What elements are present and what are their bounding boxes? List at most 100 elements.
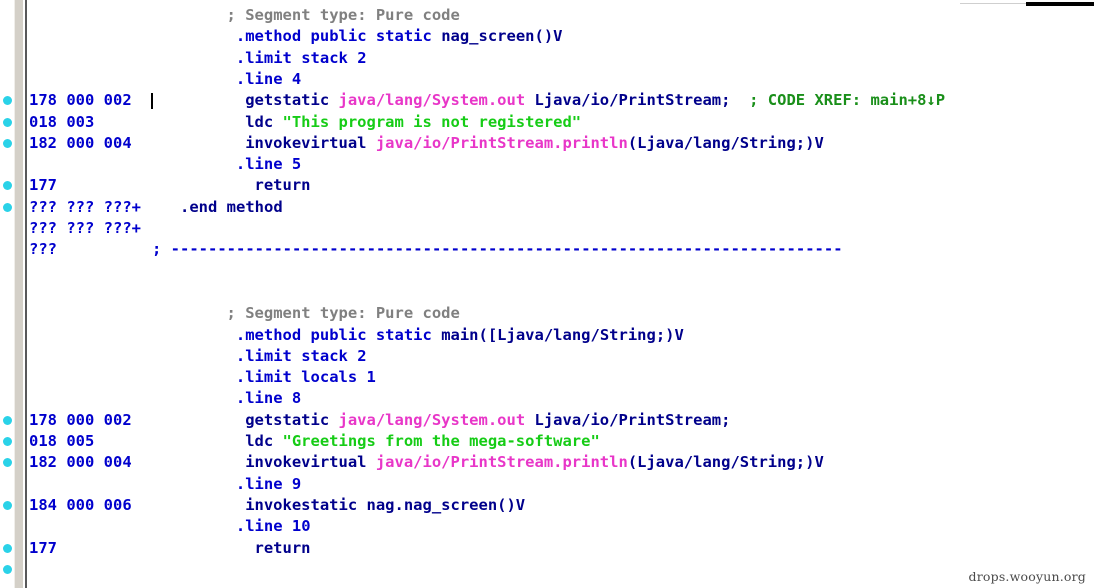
breakpoint-dot-icon[interactable] xyxy=(3,415,12,425)
code-token: "This program is not registered" xyxy=(282,112,582,131)
instruction-text: .line 8 xyxy=(236,388,301,409)
code-line[interactable]: 018 003 ldc "This program is not register… xyxy=(0,112,1094,133)
breakpoint-dot-icon[interactable] xyxy=(3,543,12,553)
instruction-text: .line 10 xyxy=(236,516,311,537)
code-line[interactable]: ??? ; -----------------------------------… xyxy=(0,239,1094,260)
code-line[interactable]: ??? ??? ???+ xyxy=(0,218,1094,239)
code-token: (Ljava/lang/String;)V xyxy=(627,453,824,472)
instruction-text: getstatic java/lang/System.out Ljava/io/… xyxy=(245,90,945,111)
breakpoint-dot-icon[interactable] xyxy=(3,96,12,106)
code-token: ; CODE XREF: main+8↓P xyxy=(730,91,946,110)
code-token: java/lang/System.out xyxy=(338,410,526,429)
code-token: .line 9 xyxy=(235,474,302,493)
instruction-address: 184 000 006 xyxy=(29,495,132,514)
instruction-address: 018 003 xyxy=(29,112,95,131)
code-line[interactable]: .limit stack 2 xyxy=(0,48,1094,69)
code-token: (Ljava/lang/String;)V xyxy=(627,133,824,152)
code-line[interactable]: .line 5 xyxy=(0,154,1094,175)
instruction-address: 178 000 002 xyxy=(29,410,132,429)
code-token: .line 5 xyxy=(235,155,302,174)
instruction-text: ldc "This program is not registered" xyxy=(245,112,581,133)
code-token: invokevirtual xyxy=(245,133,376,152)
code-line[interactable]: 177 return xyxy=(0,538,1094,559)
code-line[interactable]: 177 return xyxy=(0,175,1094,196)
code-line[interactable]: .method public static nag_screen()V xyxy=(0,26,1094,47)
instruction-text: invokevirtual java/io/PrintStream.printl… xyxy=(245,452,824,473)
instruction-text: .method public static nag_screen()V xyxy=(236,26,563,47)
instruction-text: .line 5 xyxy=(236,154,301,175)
instruction-text: .end method xyxy=(180,197,283,218)
code-token: getstatic xyxy=(245,410,339,429)
code-line[interactable] xyxy=(0,261,1094,282)
instruction-text: ldc "Greetings from the mega-software" xyxy=(245,431,600,452)
instruction-text: invokestatic nag.nag_screen()V xyxy=(245,495,525,516)
instruction-text: return xyxy=(255,538,311,559)
code-line[interactable]: 182 000 004 invokevirtual java/io/PrintSt… xyxy=(0,452,1094,473)
code-token: main([Ljava/lang/String;)V xyxy=(441,325,684,344)
text-cursor xyxy=(151,93,153,110)
code-line[interactable]: ??? ??? ???+ .end method xyxy=(0,197,1094,218)
code-line[interactable]: ; Segment type: Pure code xyxy=(0,5,1094,26)
instruction-address: 177 xyxy=(29,538,57,557)
instruction-address: 182 000 004 xyxy=(29,453,132,472)
instruction-address: ??? ??? ???+ xyxy=(29,197,141,216)
code-line[interactable]: 184 000 006 invokestatic nag.nag_screen()… xyxy=(0,495,1094,516)
instruction-address: 177 xyxy=(29,176,57,195)
code-line[interactable]: .line 4 xyxy=(0,69,1094,90)
code-line[interactable]: .line 10 xyxy=(0,516,1094,537)
code-token: ; Segment type: Pure code xyxy=(226,304,460,323)
instruction-text: invokevirtual java/io/PrintStream.printl… xyxy=(245,133,824,154)
code-token: .method public static xyxy=(235,325,442,344)
code-token: java/io/PrintStream.println xyxy=(375,133,628,152)
instruction-text: .limit stack 2 xyxy=(236,48,367,69)
instruction-address: 018 005 xyxy=(29,432,95,450)
disassembly-code-area[interactable]: ; Segment type: Pure code .method public … xyxy=(0,0,1094,588)
instruction-text: .method public static main([Ljava/lang/S… xyxy=(236,325,684,346)
code-line[interactable]: .limit locals 1 xyxy=(0,367,1094,388)
code-token: ; Segment type: Pure code xyxy=(226,6,460,24)
instruction-text: ; Segment type: Pure code xyxy=(227,5,460,26)
code-line[interactable]: 178 000 002 getstatic java/lang/System.ou… xyxy=(0,90,1094,111)
code-token: invokestatic nag.nag_screen()V xyxy=(245,495,526,514)
breakpoint-dot-icon[interactable] xyxy=(3,138,12,148)
code-line[interactable]: 178 000 002 getstatic java/lang/System.ou… xyxy=(0,410,1094,431)
code-token: ldc xyxy=(245,432,283,450)
watermark: drops.wooyun.org xyxy=(968,569,1086,584)
breakpoint-dot-icon[interactable] xyxy=(3,437,12,446)
code-token: Ljava/io/PrintStream; xyxy=(525,410,731,429)
code-line[interactable]: 018 005 ldc "Greetings from the mega-soft… xyxy=(0,431,1094,452)
instruction-address: ??? xyxy=(29,240,57,259)
code-line[interactable] xyxy=(0,282,1094,303)
code-token: getstatic xyxy=(245,91,339,110)
instruction-text: ; Segment type: Pure code xyxy=(227,303,460,324)
code-token: .line 4 xyxy=(235,69,302,88)
code-line[interactable]: .line 9 xyxy=(0,474,1094,495)
code-line[interactable]: .method public static main([Ljava/lang/S… xyxy=(0,325,1094,346)
breakpoint-dot-icon[interactable] xyxy=(3,117,12,127)
code-token: java/io/PrintStream.println xyxy=(375,453,628,472)
code-token: .limit stack 2 xyxy=(235,48,367,67)
code-line[interactable]: ; Segment type: Pure code xyxy=(0,303,1094,324)
code-token: Ljava/io/PrintStream; xyxy=(525,91,731,110)
breakpoint-dot-icon[interactable] xyxy=(3,564,12,574)
code-token: java/lang/System.out xyxy=(338,91,526,110)
breakpoint-dot-icon[interactable] xyxy=(3,500,12,510)
breakpoint-dot-icon[interactable] xyxy=(3,181,12,191)
instruction-address: 182 000 004 xyxy=(29,133,132,152)
code-token: .line 10 xyxy=(235,517,311,536)
code-token: .limit stack 2 xyxy=(235,346,367,365)
code-token: invokevirtual xyxy=(245,453,376,472)
instruction-text: ; --------------------------------------… xyxy=(152,239,843,260)
code-token: .method public static xyxy=(235,27,442,46)
code-line[interactable] xyxy=(0,559,1094,580)
code-token: "Greetings from the mega-software" xyxy=(282,432,600,450)
code-token: nag_screen()V xyxy=(441,27,563,46)
code-line[interactable]: 182 000 004 invokevirtual java/io/PrintSt… xyxy=(0,133,1094,154)
breakpoint-dot-icon[interactable] xyxy=(3,458,12,468)
breakpoint-dot-icon[interactable] xyxy=(3,202,12,212)
code-line[interactable]: .limit stack 2 xyxy=(0,346,1094,367)
disassembly-window: ; Segment type: Pure code .method public … xyxy=(0,0,1094,588)
code-token: .line 8 xyxy=(235,389,302,408)
code-line[interactable]: .line 8 xyxy=(0,388,1094,409)
instruction-text: .limit stack 2 xyxy=(236,346,367,367)
